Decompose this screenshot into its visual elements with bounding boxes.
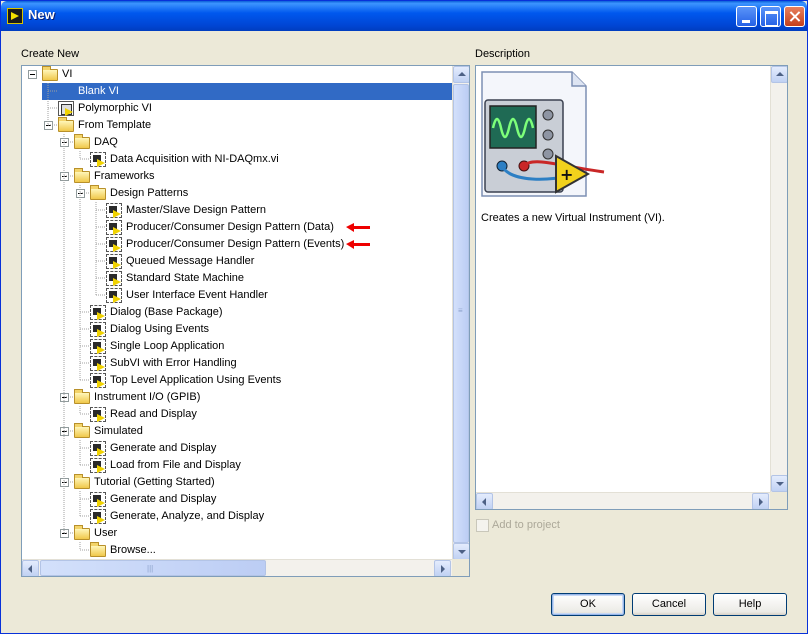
add-to-project-checkbox[interactable]: Add to project (475, 518, 595, 534)
create-new-label: Create New (21, 48, 80, 60)
scroll-left-button[interactable] (22, 560, 39, 576)
checkbox-box[interactable] (476, 519, 489, 532)
labview-app-icon (7, 8, 23, 24)
maximize-button[interactable] (760, 6, 781, 27)
description-text: Creates a new Virtual Instrument (VI). (481, 212, 665, 224)
scroll-right-button[interactable] (752, 493, 769, 509)
help-button[interactable]: Help (713, 593, 787, 616)
annotation-arrow-events (346, 240, 370, 249)
tree-lines (47, 83, 105, 551)
scroll-right-button[interactable] (434, 560, 451, 576)
tree-vertical-scrollbar[interactable]: ≡ (452, 66, 469, 561)
description-horizontal-scrollbar[interactable] (476, 492, 770, 509)
description-vertical-scrollbar[interactable] (770, 66, 787, 493)
title-bar[interactable]: New (1, 1, 807, 31)
scroll-down-button[interactable] (771, 475, 787, 492)
window-title: New (28, 7, 55, 22)
close-button[interactable] (784, 6, 805, 27)
annotation-arrow-data (346, 223, 370, 232)
description-panel: + Creates a new Virtual Instrument (VI). (475, 65, 788, 510)
scroll-up-button[interactable] (771, 66, 787, 83)
vertical-scroll-thumb[interactable]: ≡ (453, 84, 469, 543)
grip-icon: ||| (147, 564, 154, 573)
ok-button[interactable]: OK (551, 593, 625, 616)
scroll-left-button[interactable] (476, 493, 493, 509)
new-dialog: New Create New Description VI Blank VI Pol… (0, 0, 808, 634)
grip-icon: ≡ (458, 306, 463, 315)
horizontal-scroll-thumb[interactable]: ||| (40, 560, 266, 576)
vi-preview-image: + (481, 71, 605, 197)
scroll-up-button[interactable] (453, 66, 469, 83)
tree-horizontal-scrollbar[interactable]: ||| (22, 559, 452, 576)
scrollbar-corner (452, 559, 469, 576)
create-new-tree[interactable]: VI Blank VI Polymorphic VI From Template DAQ… (21, 65, 470, 577)
svg-text:+: + (560, 165, 573, 184)
minimize-button[interactable] (736, 6, 757, 27)
scrollbar-corner (770, 492, 787, 509)
cancel-button[interactable]: Cancel (632, 593, 706, 616)
scroll-down-button[interactable] (453, 543, 469, 560)
description-label: Description (475, 48, 531, 60)
add-to-project-label: Add to project (492, 519, 560, 531)
